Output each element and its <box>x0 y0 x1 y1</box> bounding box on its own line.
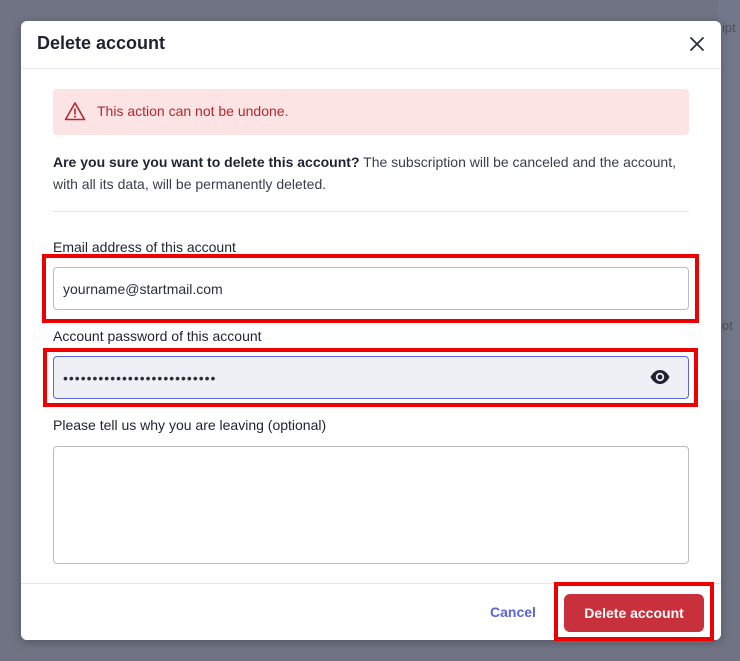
warning-alert: This action can not be undone. <box>53 89 689 135</box>
dialog-title: Delete account <box>37 33 166 53</box>
close-icon <box>690 37 704 51</box>
confirmation-message: Are you sure you want to delete this acc… <box>53 151 693 195</box>
reason-textarea[interactable] <box>53 446 689 564</box>
eye-icon <box>650 370 670 384</box>
background-strip <box>718 0 740 400</box>
alert-text: This action can not be undone. <box>97 103 289 119</box>
close-button[interactable] <box>687 34 707 54</box>
delete-account-button[interactable]: Delete account <box>564 594 704 632</box>
dialog-footer: Cancel Delete account <box>21 583 721 640</box>
cancel-button[interactable]: Cancel <box>479 601 547 623</box>
password-field[interactable] <box>53 356 689 399</box>
email-field[interactable] <box>53 267 689 310</box>
dialog-header: Delete account <box>21 21 721 69</box>
reason-label: Please tell us why you are leaving (opti… <box>53 417 327 433</box>
password-label: Account password of this account <box>53 328 262 344</box>
background-text-fragment: ipt <box>722 20 736 35</box>
divider <box>53 211 689 212</box>
show-password-button[interactable] <box>649 368 671 386</box>
email-label: Email address of this account <box>53 239 236 255</box>
delete-account-dialog: Delete account This action can not be un… <box>21 21 721 640</box>
confirmation-question: Are you sure you want to delete this acc… <box>53 154 360 170</box>
warning-triangle-icon <box>64 102 86 121</box>
background-text-fragment: ot <box>722 318 733 333</box>
